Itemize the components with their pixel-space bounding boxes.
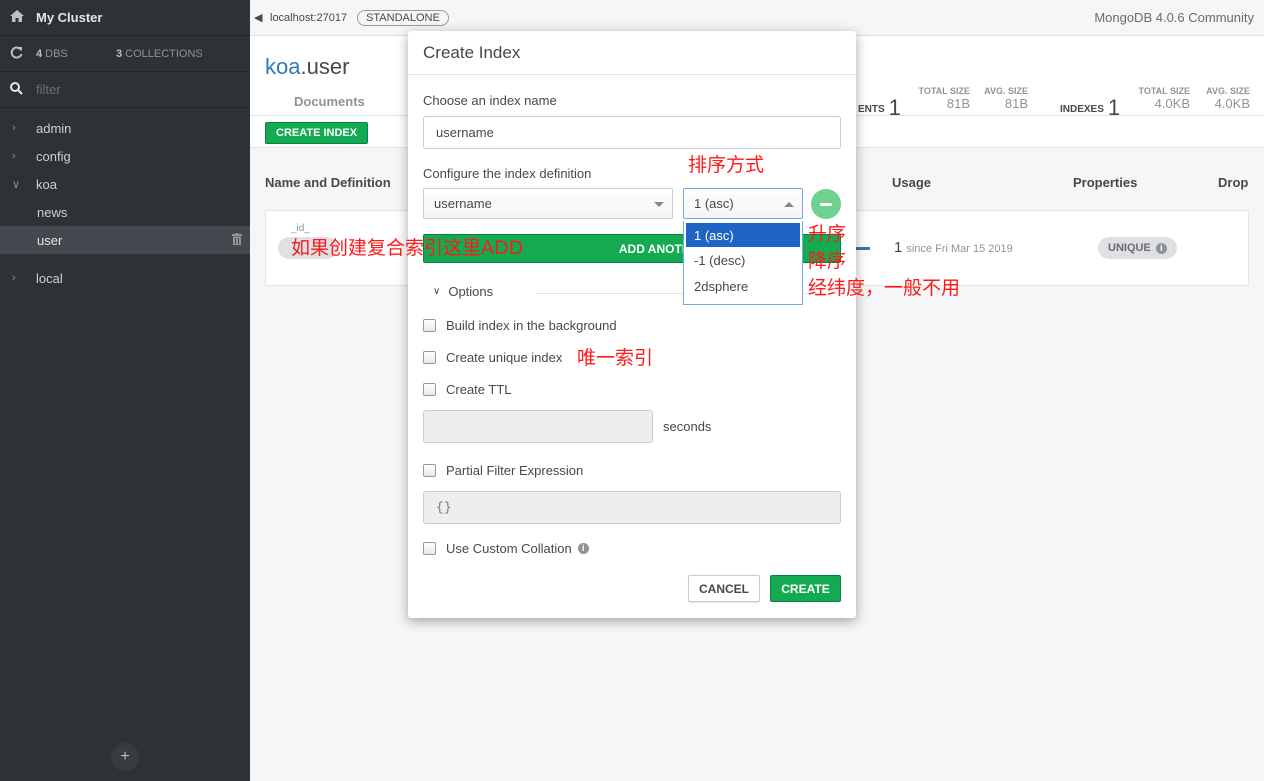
create-button[interactable]: CREATE [770,575,841,602]
partial-filter-input[interactable] [423,491,841,524]
index-name-label: Choose an index name [423,93,557,108]
order-select[interactable]: 1 (asc) [683,188,803,219]
order-option-asc[interactable]: 1 (asc) [686,223,800,247]
seconds-label: seconds [663,419,712,434]
chevron-down-icon [654,202,664,207]
order-option-2dsphere[interactable]: 2dsphere [684,273,802,299]
collation-option[interactable]: Use Custom Collation i [423,541,589,556]
definition-label: Configure the index definition [423,166,592,181]
annotation-compound-hint: 如果创建复合索引这里ADD [291,237,524,259]
ttl-seconds-input[interactable] [423,410,653,443]
annotation-geo: 经纬度，一般不用 [808,277,961,299]
unique-option[interactable]: Create unique index [423,350,562,365]
info-icon[interactable]: i [577,543,589,554]
create-index-modal: Create Index Choose an index name Config… [408,31,856,618]
ttl-checkbox[interactable] [423,383,436,396]
chevron-down-icon: ∨ [433,286,441,297]
annotation-unique: 唯一索引 [577,347,654,369]
partial-filter-option[interactable]: Partial Filter Expression [423,463,583,478]
order-option-desc[interactable]: -1 (desc) [684,247,802,273]
chevron-up-icon [784,202,794,207]
remove-field-button[interactable] [811,189,841,219]
cancel-button[interactable]: CANCEL [688,575,760,602]
modal-title: Create Index [408,31,856,75]
collation-checkbox[interactable] [423,542,436,555]
background-checkbox[interactable] [423,319,436,332]
annotation-desc: 降序 [808,250,847,272]
background-option[interactable]: Build index in the background [423,318,617,333]
order-dropdown-list: 1 (asc) -1 (desc) 2dsphere [683,221,803,305]
options-toggle[interactable]: ∨ Options [433,284,493,299]
unique-checkbox[interactable] [423,351,436,364]
minus-icon [820,202,832,206]
annotation-sort-method: 排序方式 [688,154,765,176]
ttl-option[interactable]: Create TTL [423,382,512,397]
annotation-asc: 升序 [808,223,847,245]
partial-filter-checkbox[interactable] [423,464,436,477]
index-name-input[interactable] [423,116,841,149]
field-select[interactable]: username [423,188,673,219]
